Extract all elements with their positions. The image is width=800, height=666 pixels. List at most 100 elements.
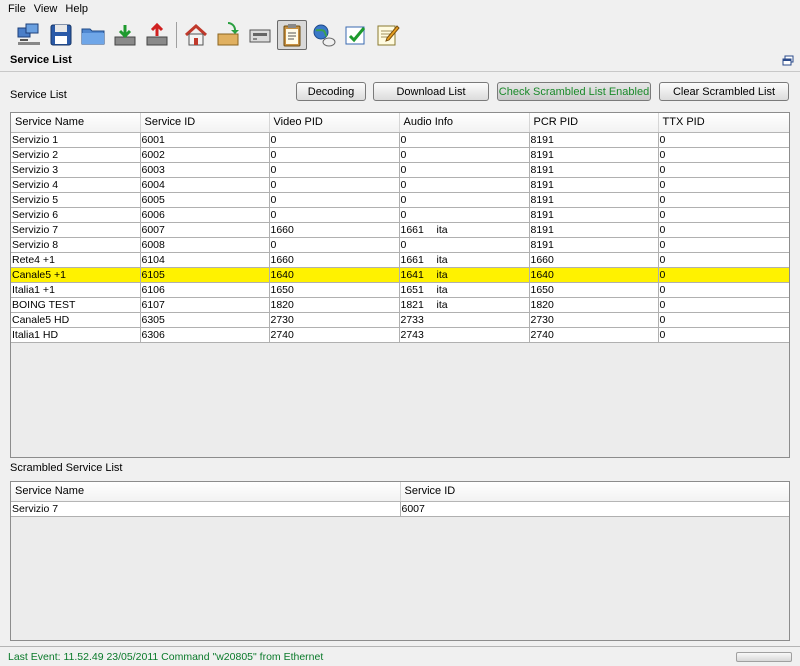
column-header-service-id[interactable]: Service ID	[400, 482, 789, 502]
toolbar-separator	[176, 22, 177, 48]
cell-audio-info: 1661 ita	[399, 222, 530, 238]
audio-pid: 0	[400, 208, 407, 221]
cell-audio-info: 1641 ita	[399, 267, 530, 283]
cell-video-pid: 2730	[269, 312, 400, 328]
cell-audio-info: 2743	[399, 327, 530, 343]
clear-scrambled-button[interactable]: Clear Scrambled List	[659, 82, 789, 101]
device-receiver-icon	[249, 29, 271, 43]
download-tray-icon	[114, 25, 136, 46]
cell-service-name: Servizio 7	[11, 501, 401, 517]
table-row[interactable]: Servizio 5 6005 0 0 8191 0	[11, 192, 789, 208]
cell-ttx-pid: 0	[658, 267, 789, 283]
table-row[interactable]: Canale5 +1 6105 1640 1641 ita 1640 0	[11, 267, 789, 283]
audio-pid: 0	[400, 148, 407, 161]
column-header-service-name[interactable]: Service Name	[11, 482, 401, 502]
audio-pid: 0	[400, 193, 407, 206]
cell-service-id: 6305	[140, 312, 270, 328]
cell-video-pid: 0	[269, 237, 400, 253]
status-text: Last Event: 11.52.49 23/05/2011 Command …	[8, 651, 324, 663]
table-row[interactable]: Servizio 1 6001 0 0 8191 0	[11, 132, 789, 148]
network-pc-button[interactable]	[14, 20, 44, 50]
column-header-video-pid[interactable]: Video PID	[269, 113, 400, 133]
table-row[interactable]: Servizio 7 6007 1660 1661 ita 8191 0	[11, 222, 789, 238]
service-list-button[interactable]	[277, 20, 307, 50]
cell-ttx-pid: 0	[658, 177, 789, 193]
table-row[interactable]: Servizio 2 6002 0 0 8191 0	[11, 147, 789, 163]
menu-help[interactable]: Help	[61, 0, 92, 18]
toolbar	[0, 18, 800, 52]
cell-service-id: 6008	[140, 237, 270, 253]
cell-video-pid: 2740	[269, 327, 400, 343]
audio-pid: 0	[400, 133, 407, 146]
cell-service-id: 6006	[140, 207, 270, 223]
status-scrollbar[interactable]	[736, 652, 792, 662]
cell-audio-info: 0	[399, 162, 530, 178]
table-row[interactable]: Servizio 7 6007	[11, 501, 789, 517]
cell-ttx-pid: 0	[658, 237, 789, 253]
cell-video-pid: 1640	[269, 267, 400, 283]
download-list-button[interactable]: Download List	[373, 82, 489, 101]
column-header-pcr-pid[interactable]: PCR PID	[529, 113, 659, 133]
cell-video-pid: 0	[269, 192, 400, 208]
home-button[interactable]	[181, 20, 211, 50]
box-arrow-icon	[217, 22, 239, 46]
open-folder-button[interactable]	[78, 20, 108, 50]
cell-service-name: Servizio 2	[11, 147, 141, 163]
table-row[interactable]: Italia1 +1 6106 1650 1651 ita 1650 0	[11, 282, 789, 298]
table-row[interactable]: BOING TEST 6107 1820 1821 ita 1820 0	[11, 297, 789, 313]
save-button[interactable]	[46, 20, 76, 50]
cell-service-id: 6106	[140, 282, 270, 298]
cell-audio-info: 1821 ita	[399, 297, 530, 313]
column-header-audio-info[interactable]: Audio Info	[399, 113, 530, 133]
table-header-row: Service Name Service ID Video PID Audio …	[11, 113, 789, 133]
service-list-table[interactable]: Service Name Service ID Video PID Audio …	[10, 112, 790, 458]
menu-view[interactable]: View	[30, 0, 62, 18]
service-list-label: Service List	[10, 89, 67, 101]
audio-pid: 2743	[400, 328, 424, 341]
table-row[interactable]: Italia1 HD 6306 2740 2743 2740 0	[11, 327, 789, 343]
cell-pcr-pid: 1820	[529, 297, 659, 313]
cell-pcr-pid: 1640	[529, 267, 659, 283]
check-scrambled-button[interactable]: Check Scrambled List Enabled	[497, 82, 651, 101]
cell-service-id: 6007	[400, 501, 789, 517]
cell-audio-info: 1661 ita	[399, 252, 530, 268]
checklist-button[interactable]	[341, 20, 371, 50]
cell-video-pid: 0	[269, 177, 400, 193]
cell-ttx-pid: 0	[658, 147, 789, 163]
column-header-ttx-pid[interactable]: TTX PID	[658, 113, 789, 133]
table-row[interactable]: Servizio 6 6006 0 0 8191 0	[11, 207, 789, 223]
table-row[interactable]: Canale5 HD 6305 2730 2733 2730 0	[11, 312, 789, 328]
floppy-save-icon	[50, 24, 72, 46]
cell-pcr-pid: 2740	[529, 327, 659, 343]
cell-pcr-pid: 8191	[529, 162, 659, 178]
globe-search-icon	[313, 24, 336, 47]
cell-video-pid: 0	[269, 147, 400, 163]
notepad-button[interactable]	[373, 20, 403, 50]
cell-ttx-pid: 0	[658, 132, 789, 148]
column-header-service-name[interactable]: Service Name	[11, 113, 141, 133]
audio-pid: 0	[400, 163, 407, 176]
receiver-button[interactable]	[245, 20, 275, 50]
cell-service-id: 6005	[140, 192, 270, 208]
scrambled-list-table[interactable]: Service Name Service ID Servizio 7 6007	[10, 481, 790, 641]
column-header-service-id[interactable]: Service ID	[140, 113, 270, 133]
table-row[interactable]: Servizio 8 6008 0 0 8191 0	[11, 237, 789, 253]
upload-button[interactable]	[142, 20, 172, 50]
restore-window-icon[interactable]	[782, 55, 794, 67]
table-row[interactable]: Servizio 4 6004 0 0 8191 0	[11, 177, 789, 193]
cell-service-name: Servizio 8	[11, 237, 141, 253]
cell-service-name: Servizio 5	[11, 192, 141, 208]
audio-language: ita	[436, 268, 448, 281]
package-button[interactable]	[213, 20, 243, 50]
decoding-button[interactable]: Decoding	[296, 82, 366, 101]
audio-pid: 2733	[400, 313, 424, 326]
download-button[interactable]	[110, 20, 140, 50]
cell-service-id: 6007	[140, 222, 270, 238]
cell-video-pid: 1660	[269, 222, 400, 238]
table-row[interactable]: Rete4 +1 6104 1660 1661 ita 1660 0	[11, 252, 789, 268]
panel-header: Service List	[0, 52, 800, 72]
table-row[interactable]: Servizio 3 6003 0 0 8191 0	[11, 162, 789, 178]
menu-file[interactable]: File	[4, 0, 30, 18]
cell-service-name: Canale5 HD	[11, 312, 141, 328]
globe-search-button[interactable]	[309, 20, 339, 50]
